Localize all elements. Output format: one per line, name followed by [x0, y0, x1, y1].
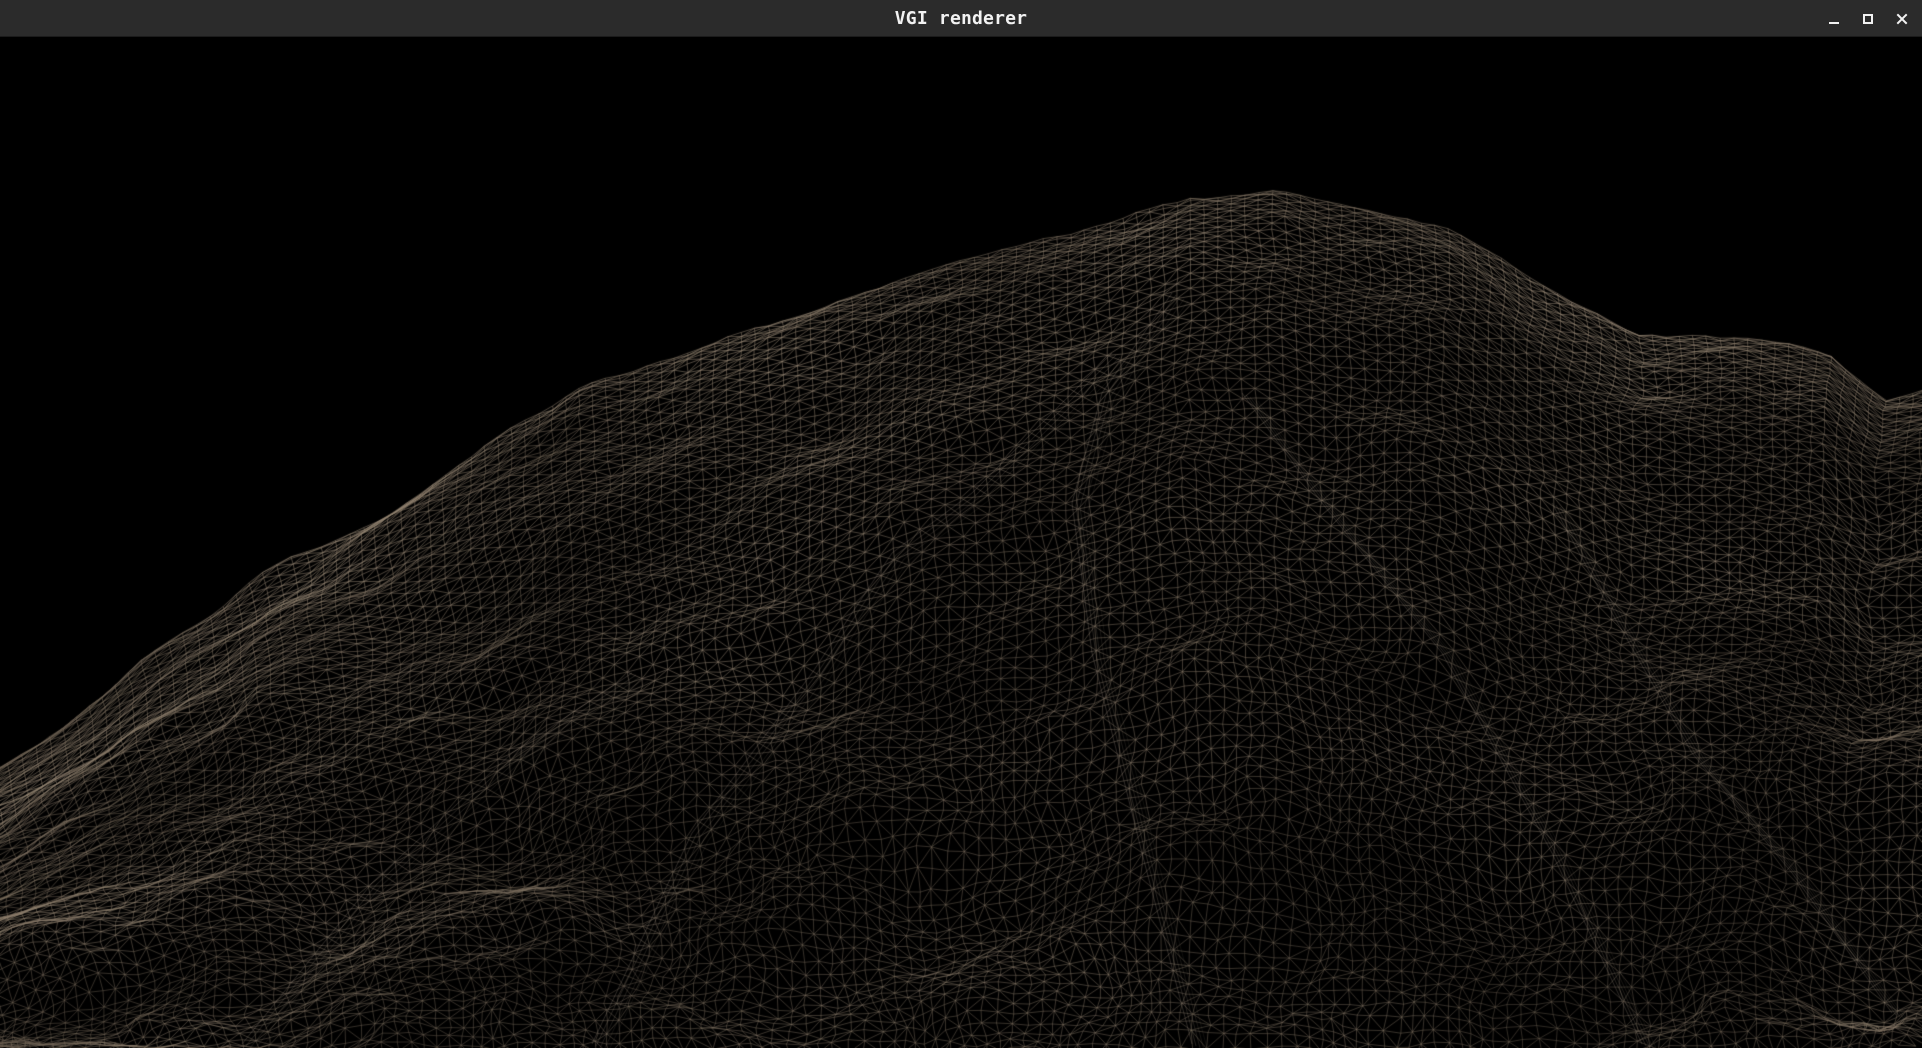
minimize-icon	[1829, 21, 1839, 24]
minimize-button[interactable]	[1824, 9, 1844, 29]
window-title: VGI renderer	[894, 8, 1028, 29]
terrain-wireframe-canvas[interactable]	[0, 37, 1922, 1048]
title-bar[interactable]: VGI renderer	[0, 0, 1922, 37]
maximize-icon	[1863, 13, 1873, 24]
app-window: VGI renderer	[0, 0, 1922, 1048]
close-icon	[1896, 13, 1908, 24]
render-viewport[interactable]	[0, 37, 1922, 1048]
maximize-button[interactable]	[1858, 9, 1878, 29]
window-controls	[1824, 0, 1912, 37]
close-button[interactable]	[1892, 9, 1912, 29]
